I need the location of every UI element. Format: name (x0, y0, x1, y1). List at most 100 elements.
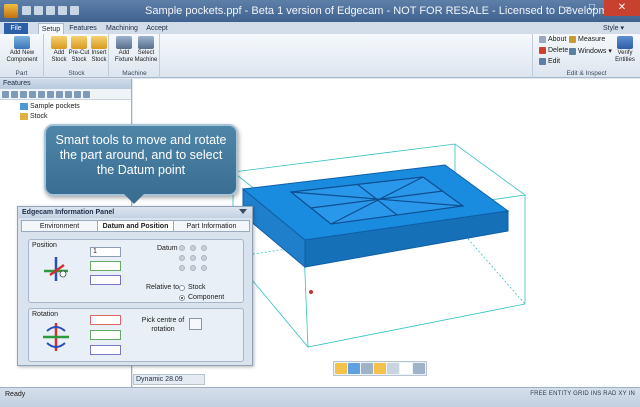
rotate-icon[interactable] (387, 363, 399, 374)
ribbon: Add New Component Part Add Stock Pre-Cut… (0, 34, 640, 78)
position-y-input[interactable] (90, 261, 121, 271)
datum-icon[interactable] (374, 363, 386, 374)
move-icon[interactable] (361, 363, 373, 374)
new-icon[interactable] (22, 6, 31, 15)
info-panel-tabs: Environment Datum and Position Part Info… (21, 220, 250, 232)
select-machine-button[interactable]: Select Machine (134, 36, 158, 63)
stock-tree-icon (20, 113, 28, 120)
tool-icon-2[interactable] (11, 91, 18, 98)
app-icon[interactable] (4, 4, 18, 18)
component-icon (14, 36, 30, 49)
tool-icon-9[interactable] (74, 91, 81, 98)
datum-point[interactable] (179, 245, 185, 251)
verify-entities-button[interactable]: Verify Entities (611, 36, 639, 63)
tool-icon-3[interactable] (20, 91, 27, 98)
move-axes-icon[interactable] (41, 254, 71, 284)
grid-icon[interactable] (413, 363, 425, 374)
precut-stock-icon (71, 36, 87, 49)
minimize-button[interactable]: – (556, 0, 580, 16)
insert-stock-button[interactable]: Insert Stock (87, 36, 111, 63)
tool-icon-10[interactable] (83, 91, 90, 98)
position-z-input[interactable] (90, 275, 121, 285)
fixture-icon (116, 36, 132, 49)
tab-machining[interactable]: Machining (104, 23, 140, 34)
callout-tail (120, 190, 148, 204)
tooltip-callout: Smart tools to move and rotate the part … (44, 124, 238, 196)
shaded-view-icon[interactable] (348, 363, 360, 374)
undo-icon[interactable] (58, 6, 67, 15)
status-ready: Ready (5, 391, 26, 398)
window-title: Sample pockets.ppf - Beta 1 version of E… (145, 5, 623, 17)
relative-component-radio[interactable] (179, 295, 185, 301)
pick-centre-button[interactable] (189, 318, 202, 330)
datum-point[interactable] (190, 245, 196, 251)
datum-point[interactable] (190, 265, 196, 271)
rotation-z-input[interactable] (90, 345, 121, 355)
windows-icon (569, 47, 576, 55)
tree-item-stock[interactable]: Stock (20, 113, 48, 120)
style-menu[interactable]: Style ▾ (603, 24, 624, 32)
datum-point[interactable] (179, 255, 185, 261)
redo-icon[interactable] (70, 6, 79, 15)
tool-icon-1[interactable] (2, 91, 9, 98)
tool-icon-4[interactable] (29, 91, 36, 98)
maximize-button[interactable]: □ (580, 0, 604, 16)
datum-point[interactable] (190, 255, 196, 261)
close-button[interactable]: ✕ (604, 0, 640, 16)
delete-icon (539, 47, 546, 54)
select-view-icon[interactable] (335, 363, 347, 374)
about-icon (539, 36, 546, 43)
datum-point[interactable] (201, 245, 207, 251)
position-group: Position 1 Datum Relative to Stock Compo… (28, 239, 244, 303)
tree-item-sample-pockets[interactable]: Sample pockets (20, 103, 80, 110)
windows-button[interactable]: Windows ▾ (569, 47, 612, 55)
group-machine: Add Fixture Select Machine Machine (110, 34, 160, 78)
rotate-axes-icon[interactable] (41, 321, 71, 353)
verify-icon (617, 36, 633, 49)
tool-icon-7[interactable] (56, 91, 63, 98)
part-icon (20, 103, 28, 110)
position-x-input[interactable]: 1 (90, 247, 121, 257)
tool-icon-5[interactable] (38, 91, 45, 98)
collapse-icon[interactable] (239, 209, 247, 214)
dynamic-readout: Dynamic 28.09 (133, 374, 205, 385)
insert-stock-icon (91, 36, 107, 49)
save-icon[interactable] (46, 6, 55, 15)
datum-point[interactable] (201, 265, 207, 271)
rotation-group: Rotation Pick centre of rotation (28, 308, 244, 362)
tab-setup[interactable]: Setup (38, 23, 64, 34)
tab-part-information[interactable]: Part Information (173, 220, 250, 232)
add-component-button[interactable]: Add New Component (2, 36, 42, 63)
view-toolbar (333, 361, 427, 376)
datum-point[interactable] (179, 265, 185, 271)
measure-button[interactable]: Measure (569, 36, 605, 43)
tab-file[interactable]: File (4, 23, 28, 34)
datum-marker[interactable] (309, 290, 313, 294)
edit-icon (539, 58, 546, 65)
tab-features[interactable]: Features (68, 23, 98, 34)
tab-accept[interactable]: Accept (144, 23, 170, 34)
relative-stock-label: Stock (188, 284, 206, 291)
status-bar: Ready FREE ENTITY GRID INS RAD XY IN (0, 387, 640, 407)
about-button[interactable]: About (539, 36, 566, 43)
datum-selector (179, 245, 208, 271)
relative-stock-radio[interactable] (179, 285, 185, 291)
group-edit-inspect: About Measure Delete Windows ▾ Edit Veri… (532, 34, 640, 78)
rotation-y-input[interactable] (90, 330, 121, 340)
info-panel-header: Edgecam Information Panel (18, 207, 252, 218)
add-fixture-button[interactable]: Add Fixture (112, 36, 136, 63)
datum-point[interactable] (201, 255, 207, 261)
rotation-x-input[interactable] (90, 315, 121, 325)
title-bar: Sample pockets.ppf - Beta 1 version of E… (0, 0, 640, 22)
tab-datum-and-position[interactable]: Datum and Position (97, 220, 174, 232)
open-icon[interactable] (34, 6, 43, 15)
features-header: Features (0, 79, 131, 89)
tool-icon-6[interactable] (47, 91, 54, 98)
tab-environment[interactable]: Environment (21, 220, 98, 232)
edit-button[interactable]: Edit (539, 58, 560, 65)
tool-icon-8[interactable] (65, 91, 72, 98)
delete-button[interactable]: Delete (539, 47, 568, 54)
features-toolbar (0, 89, 131, 100)
machine-icon (138, 36, 154, 49)
quick-access-toolbar (22, 6, 79, 15)
